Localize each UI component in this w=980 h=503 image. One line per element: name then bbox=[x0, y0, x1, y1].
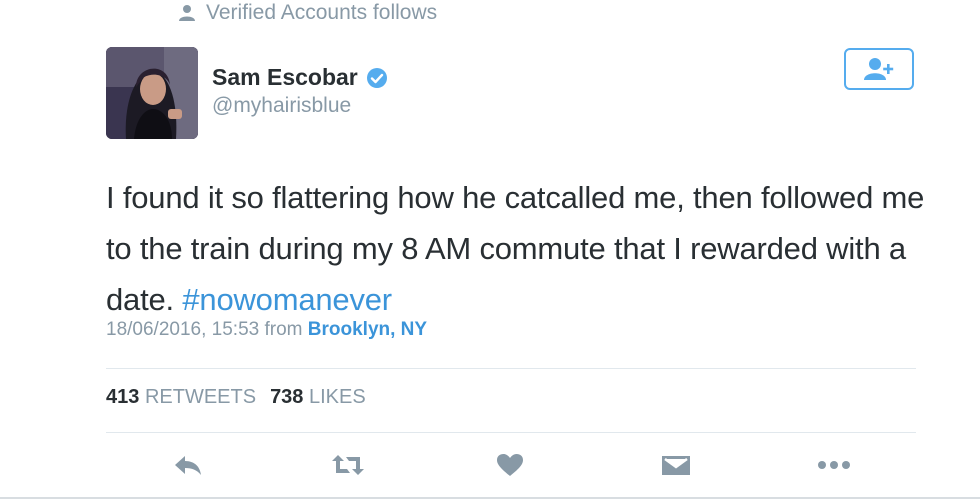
author-name-row[interactable]: Sam Escobar bbox=[212, 64, 388, 91]
likes-count: 738 bbox=[270, 386, 304, 408]
heart-icon bbox=[497, 454, 523, 476]
tweet-stats: 413 RETWEETS 738 LIKES bbox=[106, 386, 366, 409]
social-context: Verified Accounts follows bbox=[178, 0, 437, 26]
tweet-timestamp[interactable]: 18/06/2016, 15:53 bbox=[106, 319, 259, 340]
more-icon bbox=[818, 461, 850, 469]
avatar-image bbox=[106, 47, 198, 139]
retweet-icon bbox=[332, 455, 364, 475]
tweet-meta: 18/06/2016, 15:53 from Brooklyn, NY bbox=[106, 319, 427, 341]
divider-bottom bbox=[106, 432, 916, 433]
like-button[interactable] bbox=[488, 443, 532, 487]
reply-icon bbox=[175, 456, 201, 475]
author-name[interactable]: Sam Escobar bbox=[212, 64, 358, 91]
retweets-count: 413 bbox=[106, 386, 140, 408]
verified-badge-icon bbox=[366, 67, 387, 88]
follow-button[interactable] bbox=[844, 48, 914, 90]
more-button[interactable] bbox=[812, 443, 856, 487]
likes-label: LIKES bbox=[309, 386, 366, 408]
social-context-text: Verified Accounts follows bbox=[206, 1, 438, 24]
person-icon bbox=[179, 5, 195, 21]
reply-button[interactable] bbox=[166, 443, 210, 487]
likes-stat[interactable]: 738 LIKES bbox=[270, 386, 366, 409]
retweets-stat[interactable]: 413 RETWEETS bbox=[106, 386, 256, 409]
bottom-border bbox=[0, 497, 980, 499]
from-label: from bbox=[264, 319, 303, 340]
hashtag-link[interactable]: #nowomanever bbox=[182, 282, 392, 317]
retweets-label: RETWEETS bbox=[144, 386, 257, 408]
location-link[interactable]: Brooklyn, NY bbox=[308, 319, 427, 340]
tweet-text: I found it so flattering how he catcalle… bbox=[106, 172, 926, 325]
message-button[interactable] bbox=[654, 443, 698, 487]
add-user-icon bbox=[864, 58, 894, 80]
avatar[interactable] bbox=[106, 47, 198, 139]
divider-top bbox=[106, 368, 916, 369]
author-handle[interactable]: @myhairisblue bbox=[212, 94, 351, 118]
retweet-button[interactable] bbox=[326, 443, 370, 487]
tweet-actions bbox=[106, 443, 916, 487]
envelope-icon bbox=[662, 456, 690, 475]
